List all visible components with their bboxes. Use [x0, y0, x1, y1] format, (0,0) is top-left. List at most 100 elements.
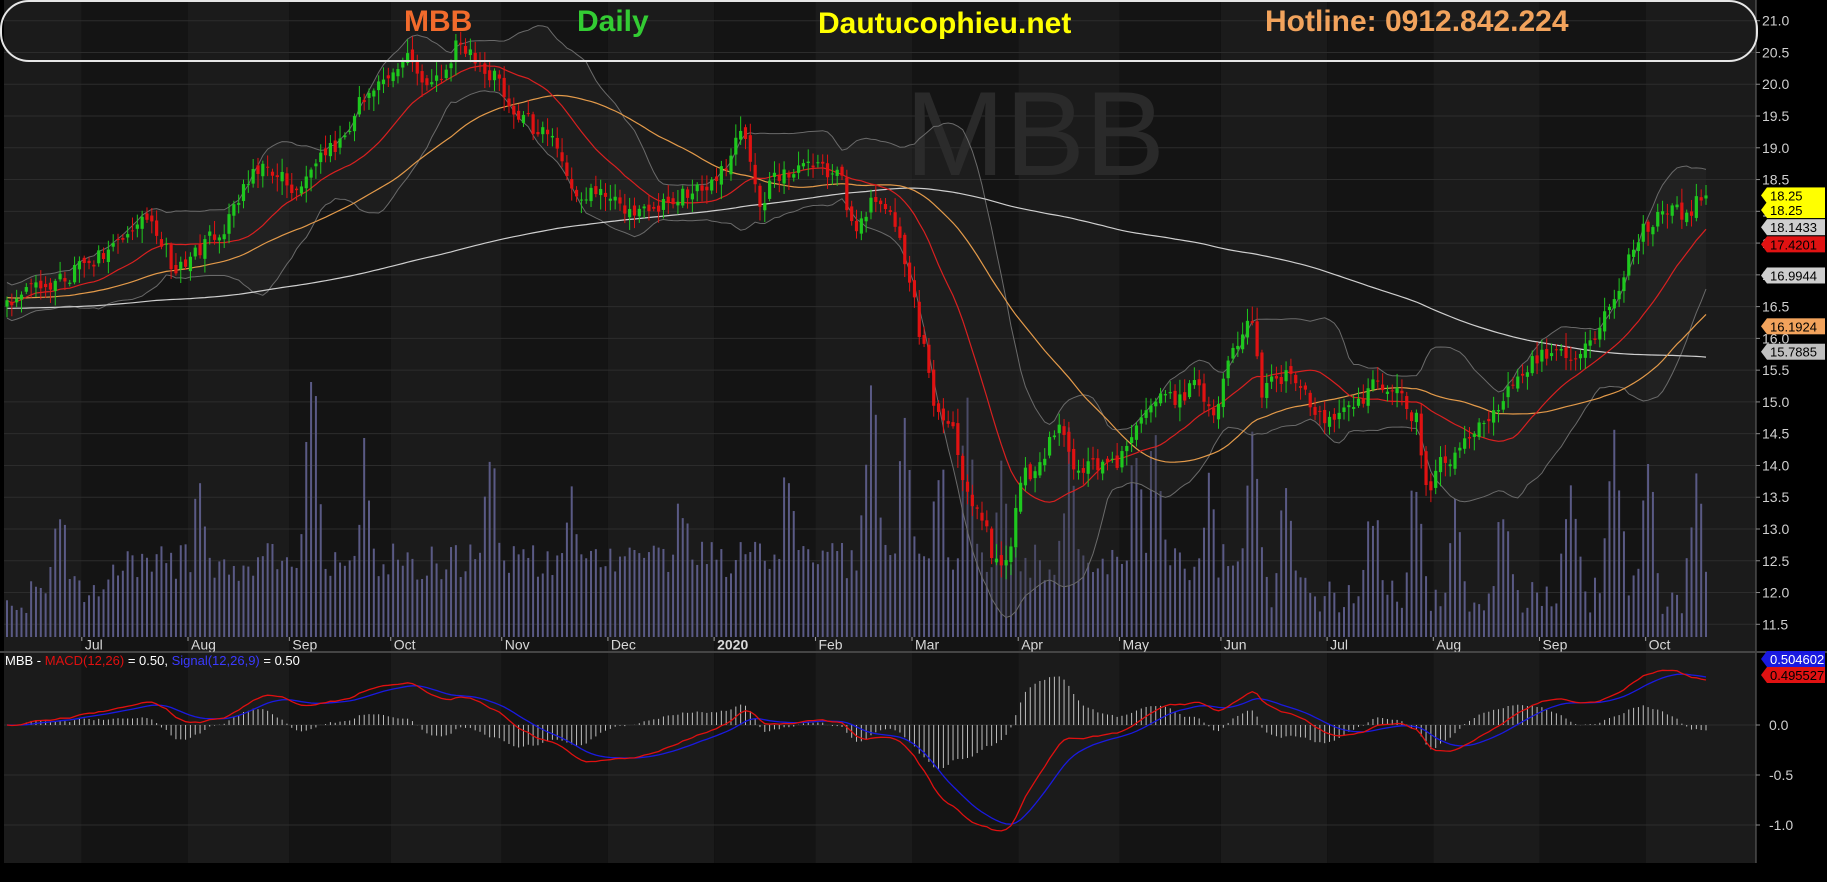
candle-down: [724, 168, 728, 171]
candle-down: [526, 113, 530, 115]
candle-up: [661, 199, 666, 210]
macd-month-band: [912, 653, 1019, 863]
volume-bar: [778, 558, 781, 637]
volume-bar: [1188, 580, 1191, 637]
candle-down: [1279, 377, 1283, 385]
volume-bar: [83, 602, 86, 637]
volume-bar: [44, 593, 47, 637]
candle-down: [1646, 221, 1650, 232]
candle-down: [295, 188, 299, 191]
candle-up: [1125, 445, 1129, 452]
volume-bar: [39, 587, 42, 637]
candle-down: [1689, 211, 1694, 216]
volume-bar: [1463, 581, 1466, 637]
volume-bar: [512, 546, 515, 637]
candle-up: [304, 176, 308, 189]
volume-bar: [1497, 522, 1500, 637]
candle-up: [1221, 378, 1225, 408]
candle-up: [1463, 438, 1467, 449]
candle-up: [864, 216, 868, 222]
candle-up: [1158, 393, 1163, 404]
candle-down: [1419, 413, 1423, 456]
volume-bar: [329, 575, 332, 637]
month-band: [4, 0, 82, 651]
candle-down: [256, 165, 260, 174]
candle-up: [1120, 451, 1124, 468]
volume-bar: [160, 546, 163, 637]
candle-up: [468, 49, 472, 56]
volume-bar: [1246, 485, 1249, 637]
price-tag-label: 17.4201: [1770, 237, 1817, 252]
volume-bar: [1106, 574, 1109, 637]
macd-month-band: [1220, 653, 1328, 863]
volume-bar: [252, 575, 255, 637]
price-tags: 18.2518.25 18.1433 17.4201 16.9944 16.1924 15…: [1761, 187, 1825, 360]
macd-legend: MBB - MACD(12,26) = 0.50, Signal(12,26,9…: [5, 653, 300, 668]
volume-bar: [203, 526, 206, 637]
candle-up: [434, 75, 439, 81]
candle-down: [574, 189, 579, 197]
candle-down: [714, 176, 719, 182]
candle-up: [1154, 401, 1158, 407]
candle-up: [1656, 211, 1660, 227]
candle-down: [1096, 458, 1100, 471]
volume-bar: [676, 503, 679, 637]
price-tick-label: 14.5: [1762, 426, 1789, 442]
volume-bar: [117, 575, 120, 637]
candle-down: [386, 75, 390, 79]
candle-down: [1390, 390, 1394, 392]
volume-bar: [633, 549, 636, 637]
volume-bar: [425, 575, 428, 637]
volume-bar: [339, 562, 342, 637]
volume-bar: [107, 579, 110, 637]
volume-bar: [435, 563, 438, 637]
volume-bar: [1357, 596, 1360, 637]
header-symbol: MBB: [404, 5, 472, 38]
candle-up: [396, 69, 400, 77]
volume-bar: [869, 385, 872, 637]
volume-bar: [850, 550, 853, 637]
month-label: Feb: [818, 637, 842, 653]
candle-down: [1467, 437, 1472, 439]
volume-bar: [1140, 489, 1143, 637]
candle-down: [44, 283, 48, 288]
volume-bar: [787, 483, 790, 637]
month-label: Sep: [1542, 637, 1567, 653]
macd-month-band: [1119, 653, 1221, 863]
candle-up: [1245, 320, 1250, 338]
volume-bar: [1695, 473, 1698, 637]
candle-up: [367, 92, 371, 98]
candle-down: [1545, 349, 1549, 359]
volume-bar: [131, 555, 134, 637]
candle-up: [338, 138, 342, 148]
candle-down: [854, 220, 859, 232]
volume-bar: [305, 441, 308, 637]
macd-month-band: [501, 653, 608, 863]
candle-up: [97, 250, 101, 264]
volume-bar: [730, 573, 733, 637]
volume-bar: [1593, 577, 1596, 637]
candle-up: [1588, 340, 1592, 346]
volume-bar: [88, 595, 91, 637]
volume-bar: [927, 558, 930, 637]
macd-month-bands: [4, 653, 1756, 863]
volume-bar: [1275, 573, 1278, 637]
volume-bar: [199, 483, 202, 637]
candle-up: [357, 97, 361, 115]
volume-bar: [662, 548, 665, 637]
candle-up: [1009, 546, 1013, 562]
volume-bar: [1574, 518, 1577, 637]
month-band: [607, 0, 715, 651]
volume-bar: [749, 552, 752, 637]
candle-up: [1549, 353, 1554, 357]
volume-bar: [348, 560, 351, 637]
volume-bar: [73, 576, 76, 637]
candle-down: [941, 408, 945, 421]
volume-bar: [1280, 510, 1283, 637]
candle-down: [850, 206, 854, 222]
candle-down: [753, 164, 757, 185]
candle-up: [261, 163, 265, 177]
candle-up: [352, 115, 357, 132]
candle-up: [1438, 457, 1443, 473]
candle-up: [1482, 423, 1486, 425]
